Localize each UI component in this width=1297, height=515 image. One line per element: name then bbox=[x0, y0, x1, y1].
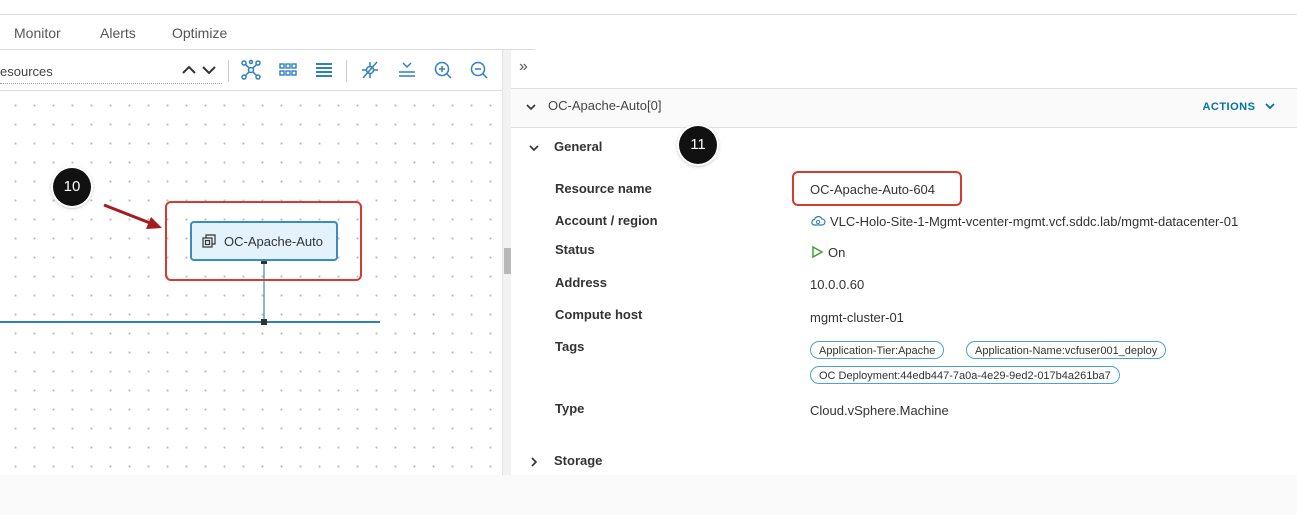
cloud-icon bbox=[811, 216, 826, 226]
tag-chip[interactable]: Application-Name:vcfuser001_deploy bbox=[966, 341, 1167, 359]
section-storage-label: Storage bbox=[554, 453, 603, 468]
section-general[interactable]: General bbox=[528, 139, 602, 154]
network-port bbox=[261, 319, 267, 325]
vm-node[interactable]: OC-Apache-Auto bbox=[190, 221, 338, 261]
resource-title: OC-Apache-Auto[0] bbox=[548, 98, 662, 113]
splitter-grip[interactable] bbox=[504, 248, 511, 274]
collapse-panel-button[interactable]: » bbox=[519, 58, 528, 76]
details-panel: » OC-Apache-Auto[0] ACTIONS General Reso… bbox=[511, 50, 1297, 475]
callout-arrow-10 bbox=[103, 203, 151, 225]
vm-node-label: OC-Apache-Auto bbox=[224, 234, 323, 249]
compute-host-value: mgmt-cluster-01 bbox=[810, 310, 904, 325]
chevron-right-icon bbox=[531, 456, 538, 467]
account-region-label: Account / region bbox=[555, 213, 658, 228]
account-region-text: VLC-Holo-Site-1-Mgmt-vcenter-mgmt.vcf.sd… bbox=[830, 214, 1239, 229]
address-value: 10.0.0.60 bbox=[810, 277, 865, 292]
account-region-value[interactable]: VLC-Holo-Site-1-Mgmt-vcenter-mgmt.vcf.sd… bbox=[810, 214, 1238, 229]
compute-host-label: Compute host bbox=[555, 307, 643, 322]
type-value: Cloud.vSphere.Machine bbox=[810, 403, 949, 418]
status-text: On bbox=[828, 245, 846, 260]
bottom-area bbox=[0, 475, 1297, 515]
tags-label: Tags bbox=[555, 339, 585, 354]
actions-label: ACTIONS bbox=[1202, 101, 1256, 113]
section-storage[interactable]: Storage bbox=[528, 453, 602, 468]
actions-button[interactable]: ACTIONS bbox=[1202, 101, 1275, 113]
callout-highlight-resource-name bbox=[792, 171, 962, 206]
chevron-down-icon bbox=[1265, 103, 1275, 110]
type-label: Type bbox=[555, 401, 585, 416]
section-general-label: General bbox=[554, 139, 603, 154]
status-label: Status bbox=[555, 242, 595, 257]
vm-icon bbox=[202, 234, 216, 248]
chevron-down-icon[interactable] bbox=[525, 101, 537, 113]
tag-chip[interactable]: Application-Tier:Apache bbox=[810, 341, 945, 359]
chevron-down-icon bbox=[529, 144, 539, 151]
resource-name-label: Resource name bbox=[555, 181, 652, 196]
tag-chip[interactable]: OC Deployment:44edb447-7a0a-4e29-9ed2-01… bbox=[810, 366, 1120, 384]
play-icon bbox=[812, 245, 824, 259]
address-label: Address bbox=[555, 275, 608, 290]
callout-badge-11: 11 bbox=[679, 126, 717, 164]
callout-badge-10: 10 bbox=[53, 168, 91, 206]
panel-header: OC-Apache-Auto[0] ACTIONS bbox=[511, 88, 1297, 128]
status-value: On bbox=[810, 245, 845, 260]
